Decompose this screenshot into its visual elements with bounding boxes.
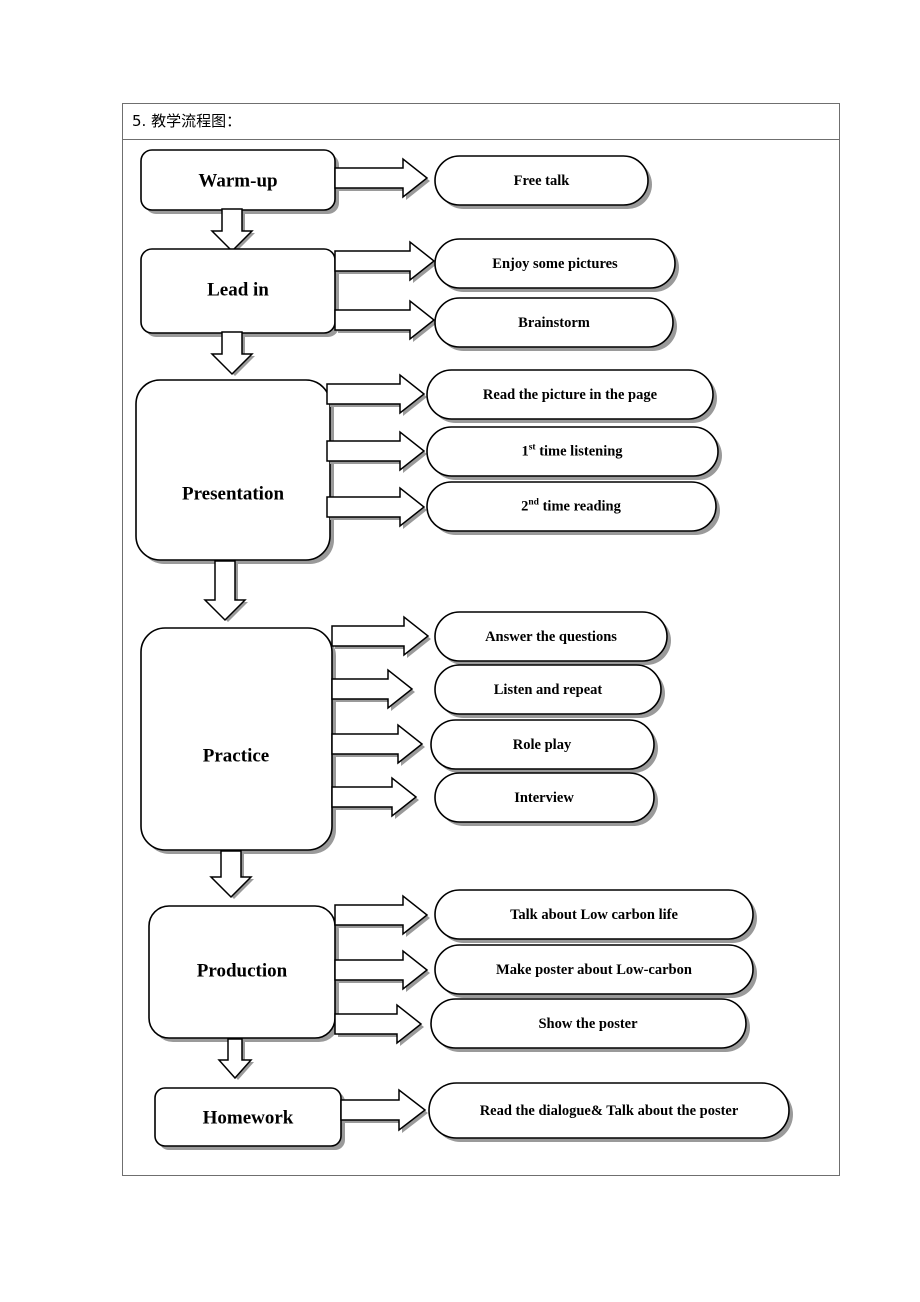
stage-node-practice-box xyxy=(140,627,333,851)
detail-node-brainstorm[interactable]: Brainstorm xyxy=(434,297,677,351)
detail-node-first-time-listening-label: 1st time listening xyxy=(521,443,623,460)
arrow-presentation-to-first-listening xyxy=(326,430,427,473)
detail-node-answer-the-questions-label: Answer the questions xyxy=(485,629,617,645)
detail-node-second-time-reading[interactable]: 2nd time reading xyxy=(426,481,720,535)
table-header-row: 5. 教学流程图： xyxy=(123,104,839,140)
flowchart-container: Warm-up Free talk Lead in Enjoy some pic… xyxy=(123,140,841,1176)
stage-node-production-label: Production xyxy=(197,960,288,981)
detail-node-interview[interactable]: Interview xyxy=(434,772,658,826)
detail-node-role-play[interactable]: Role play xyxy=(430,719,658,773)
stage-node-practice-label: Practice xyxy=(203,745,269,766)
stage-node-presentation[interactable]: Presentation xyxy=(135,379,334,564)
detail-node-make-poster[interactable]: Make poster about Low-carbon xyxy=(434,944,757,998)
detail-node-read-dialogue-talk-poster[interactable]: Read the dialogue& Talk about the poster xyxy=(428,1082,793,1142)
stage-node-practice[interactable]: Practice xyxy=(140,627,336,854)
detail-node-free-talk-label: Free talk xyxy=(514,173,571,189)
detail-node-enjoy-some-pictures-label: Enjoy some pictures xyxy=(492,256,618,272)
page-title: 5. 教学流程图： xyxy=(132,112,242,130)
detail-node-role-play-label: Role play xyxy=(513,737,572,753)
page-canvas: 5. 教学流程图： Warm-up Free talk Lead in Enjo… xyxy=(0,0,920,1302)
detail-node-talk-about-low-carbon-life-label: Talk about Low carbon life xyxy=(510,907,678,923)
detail-node-listen-and-repeat-label: Listen and repeat xyxy=(494,682,603,698)
arrow-practice-to-role-play xyxy=(331,723,425,766)
detail-node-show-the-poster-label: Show the poster xyxy=(538,1016,638,1032)
arrow-lead-in-to-enjoy-pictures xyxy=(334,240,437,283)
arrow-presentation-to-read-picture xyxy=(326,373,427,416)
stage-node-homework-label: Homework xyxy=(203,1107,294,1128)
second-reading-rest: time reading xyxy=(539,499,622,515)
second-reading-ordinal: nd xyxy=(528,498,539,508)
detail-node-read-the-picture[interactable]: Read the picture in the page xyxy=(426,369,717,423)
stage-node-lead-in-label: Lead in xyxy=(207,279,269,300)
detail-node-make-poster-label: Make poster about Low-carbon xyxy=(496,962,692,978)
stage-node-presentation-box xyxy=(135,379,331,561)
first-listening-rest: time listening xyxy=(536,444,624,460)
arrow-homework-to-read-dialogue xyxy=(340,1088,428,1133)
arrow-presentation-to-practice xyxy=(203,560,248,622)
detail-node-enjoy-some-pictures[interactable]: Enjoy some pictures xyxy=(434,238,679,292)
arrow-warm-up-to-free-talk xyxy=(334,157,430,200)
arrow-practice-to-production xyxy=(209,850,254,899)
arrow-production-to-homework xyxy=(217,1038,254,1080)
arrow-practice-to-answer-questions xyxy=(331,615,431,658)
stage-node-presentation-label: Presentation xyxy=(182,483,284,504)
arrow-production-to-talk-low-carbon xyxy=(334,894,430,937)
arrow-production-to-make-poster xyxy=(334,949,430,992)
detail-node-interview-label: Interview xyxy=(514,790,574,806)
stage-node-warm-up[interactable]: Warm-up xyxy=(140,149,339,214)
detail-node-brainstorm-label: Brainstorm xyxy=(518,315,590,331)
detail-node-listen-and-repeat[interactable]: Listen and repeat xyxy=(434,664,665,718)
stage-node-warm-up-label: Warm-up xyxy=(198,170,277,191)
stage-node-homework[interactable]: Homework xyxy=(154,1087,345,1150)
arrow-production-to-show-poster xyxy=(334,1003,424,1046)
detail-node-answer-the-questions[interactable]: Answer the questions xyxy=(434,611,671,665)
detail-node-read-dialogue-talk-poster-label: Read the dialogue& Talk about the poster xyxy=(480,1103,739,1119)
arrow-warm-up-to-lead-in xyxy=(210,208,255,253)
detail-node-talk-about-low-carbon-life[interactable]: Talk about Low carbon life xyxy=(434,889,757,943)
second-reading-number: 2 xyxy=(521,499,528,515)
arrow-lead-in-to-presentation xyxy=(210,331,255,376)
arrow-lead-in-to-brainstorm xyxy=(334,299,437,342)
stage-node-lead-in[interactable]: Lead in xyxy=(140,248,339,337)
arrow-practice-to-listen-and-repeat xyxy=(331,668,415,711)
detail-node-show-the-poster[interactable]: Show the poster xyxy=(430,998,750,1052)
teaching-flowchart: Warm-up Free talk Lead in Enjoy some pic… xyxy=(135,149,793,1150)
detail-node-first-time-listening[interactable]: 1st time listening xyxy=(426,426,722,480)
arrow-presentation-to-second-reading xyxy=(326,486,427,529)
teaching-flow-table: 5. 教学流程图： Warm-up Free talk Lead in Enjo… xyxy=(122,103,840,1176)
detail-node-read-the-picture-label: Read the picture in the page xyxy=(483,387,658,403)
detail-node-free-talk[interactable]: Free talk xyxy=(434,155,652,209)
stage-node-production[interactable]: Production xyxy=(148,905,339,1042)
arrow-practice-to-interview xyxy=(331,776,419,819)
first-listening-number: 1 xyxy=(521,444,528,460)
